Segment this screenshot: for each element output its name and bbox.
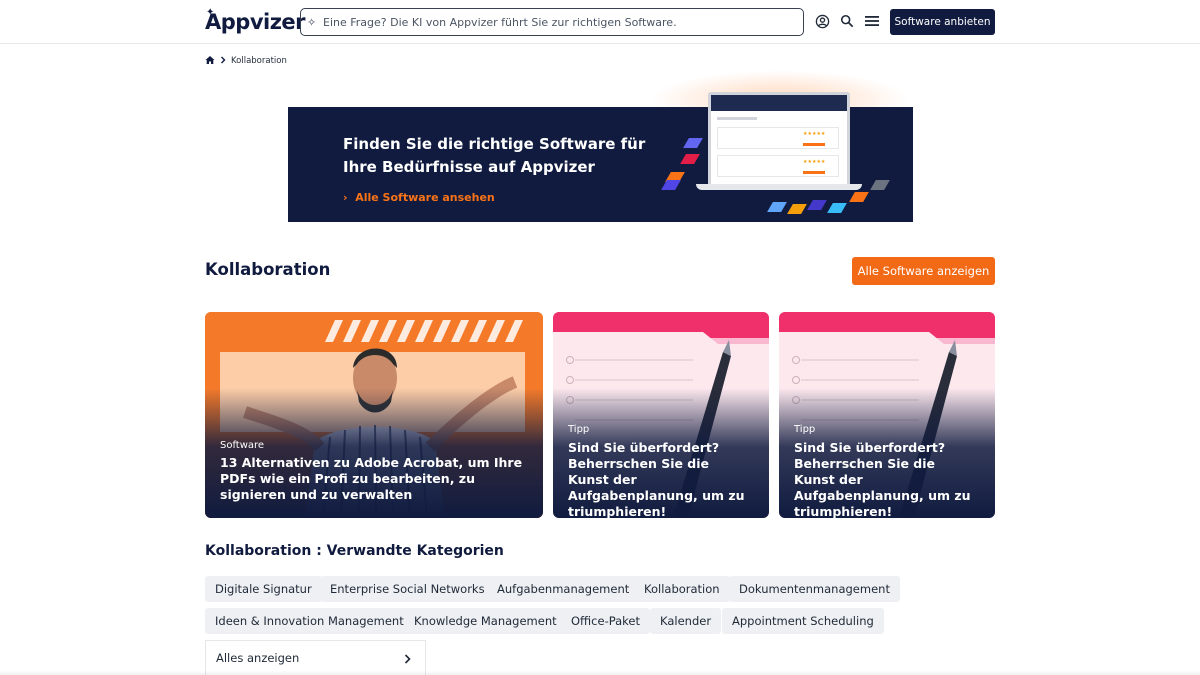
category-chip[interactable]: Aufgabenmanagement [487, 576, 640, 602]
menu-icon[interactable] [864, 13, 880, 29]
category-chip[interactable]: Kollaboration [634, 576, 730, 602]
home-icon[interactable] [205, 55, 215, 68]
banner-title: Finden Sie die richtige Software für Ihr… [343, 135, 646, 176]
user-account-icon[interactable] [814, 13, 830, 29]
card-category: Tipp [794, 424, 816, 435]
category-chip[interactable]: Dokumentenmanagement [729, 576, 900, 602]
all-software-button[interactable]: Alle Software anzeigen [852, 257, 995, 285]
section-title: Kollaboration [205, 260, 331, 279]
site-header: ✦ Appvizer ✧ Software anbieten [0, 0, 1200, 44]
category-chip[interactable]: Ideen & Innovation Management [205, 608, 414, 634]
banner-link[interactable]: › Alle Software ansehen [343, 191, 495, 204]
article-card[interactable]: Tipp Sind Sie überfordert? Beherrschen S… [779, 312, 995, 518]
category-chip[interactable]: Kalender [650, 608, 722, 634]
article-card[interactable]: Tipp Sind Sie überfordert? Beherrschen S… [553, 312, 769, 518]
appvizer-logo[interactable]: ✦ Appvizer [205, 7, 306, 35]
breadcrumb: Kollaboration [205, 54, 287, 68]
offer-software-button[interactable]: Software anbieten [890, 9, 995, 35]
sparkle-icon: ✦ [206, 7, 215, 18]
category-chip[interactable]: Office-Paket [561, 608, 651, 634]
chevron-right-icon [404, 653, 411, 667]
card-category: Software [220, 440, 265, 451]
banner-link-label: Alle Software ansehen [355, 191, 495, 204]
breadcrumb-current[interactable]: Kollaboration [231, 56, 287, 66]
search-input[interactable] [321, 15, 791, 29]
ai-sparkle-icon: ✧ [307, 15, 317, 29]
search-bar[interactable]: ✧ [300, 8, 804, 36]
related-categories-title: Kollaboration : Verwandte Kategorien [205, 543, 504, 559]
chevron-right-icon: › [343, 191, 356, 204]
card-title[interactable]: Sind Sie überfordert? Beherrschen Sie di… [568, 440, 754, 518]
logo-text: Appvizer [205, 10, 306, 34]
article-card[interactable]: Software 13 Alternativen zu Adobe Acroba… [205, 312, 543, 518]
card-title[interactable]: 13 Alternativen zu Adobe Acrobat, um Ihr… [220, 455, 528, 503]
bottom-fade [0, 670, 1200, 675]
chevron-right-icon [220, 56, 226, 67]
card-title[interactable]: Sind Sie überfordert? Beherrschen Sie di… [794, 440, 980, 518]
category-chip[interactable]: Knowledge Management [404, 608, 567, 634]
laptop-base [696, 184, 862, 190]
show-all-label: Alles anzeigen [216, 651, 300, 665]
laptop-illustration: ★★★★★ ★★★★★ [708, 92, 850, 184]
category-chip[interactable]: Digitale Signatur [205, 576, 322, 602]
category-chip[interactable]: Appointment Scheduling [722, 608, 884, 634]
category-chip[interactable]: Enterprise Social Networks [320, 576, 495, 602]
card-category: Tipp [568, 424, 590, 435]
search-icon[interactable] [839, 13, 855, 29]
